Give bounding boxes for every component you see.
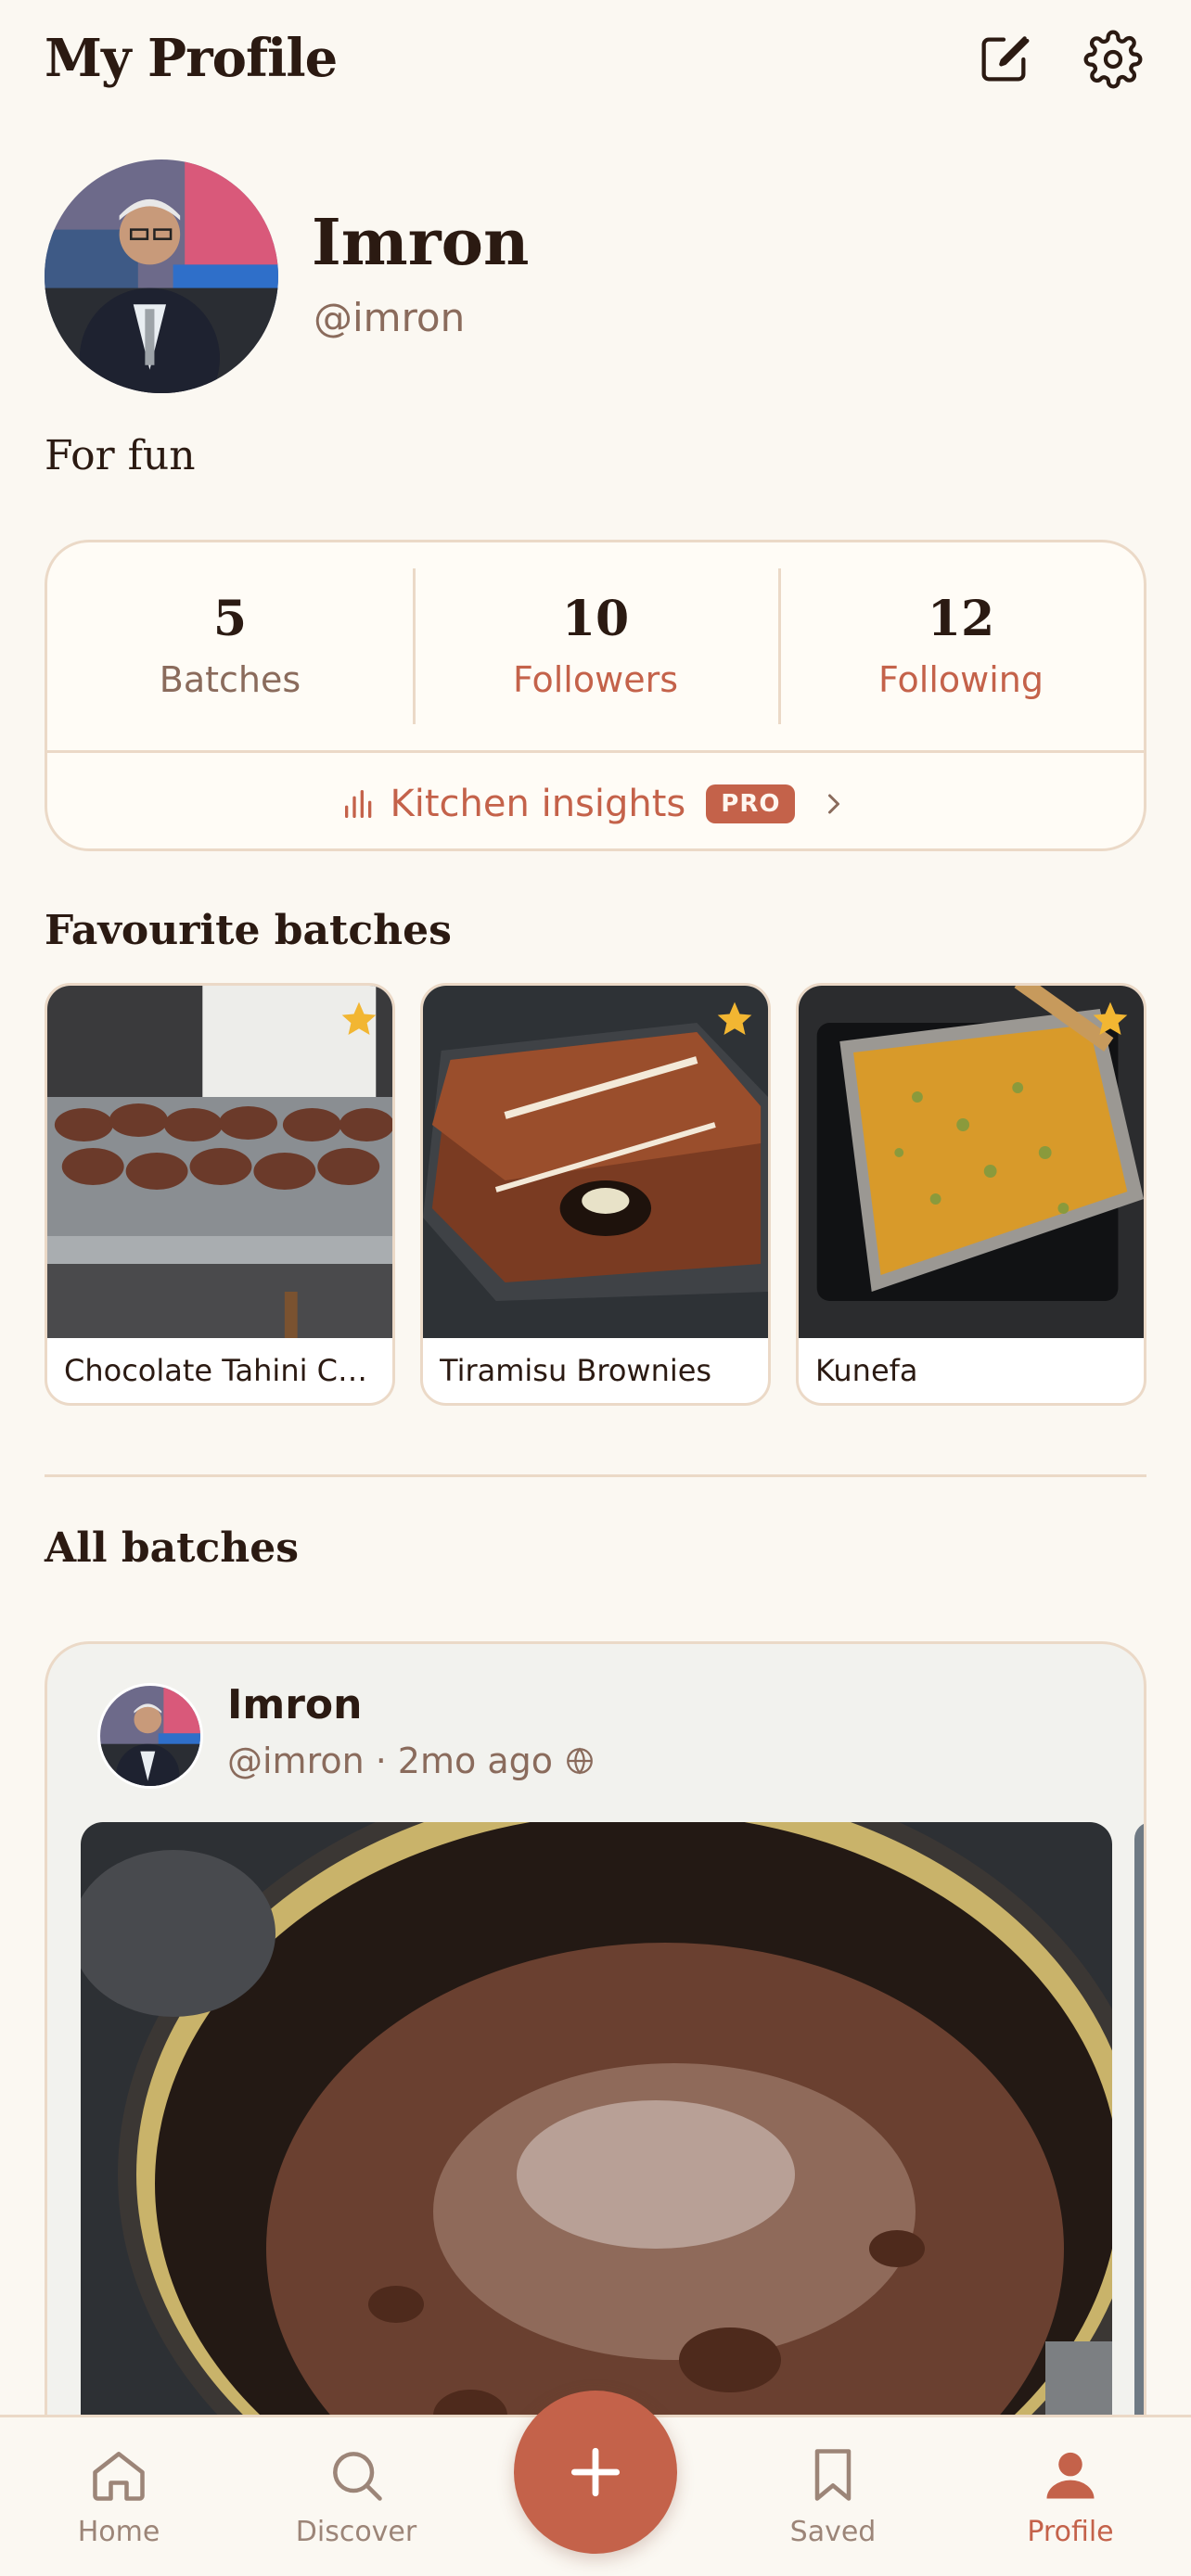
favourite-title: Kunefa	[815, 1353, 918, 1388]
person-icon	[1046, 2452, 1095, 2499]
nav-saved-label: Saved	[789, 2516, 877, 2548]
nav-profile-label: Profile	[1027, 2516, 1114, 2548]
pro-badge: PRO	[706, 784, 796, 823]
favourite-card[interactable]: Tiramisu Brownies	[420, 983, 771, 1406]
favourite-title: Chocolate Tahini Co...	[64, 1353, 379, 1388]
display-name: Imron	[312, 206, 530, 280]
favourite-star-icon	[717, 1001, 752, 1036]
plus-icon	[570, 2447, 621, 2497]
favourite-card[interactable]: Kunefa	[796, 983, 1146, 1406]
stats-row: 5 Batches 10 Followers 12 Following	[47, 542, 1144, 750]
profile-handle: @imron	[314, 295, 466, 340]
search-icon	[333, 2452, 382, 2501]
gear-icon	[1083, 30, 1143, 89]
post-avatar[interactable]	[97, 1683, 203, 1789]
nav-home[interactable]: Home	[26, 2443, 211, 2548]
favourite-card[interactable]: Chocolate Tahini Co...	[45, 983, 395, 1406]
avatar-image	[100, 1686, 200, 1786]
avatar-image	[45, 159, 278, 393]
stat-followers[interactable]: 10 Followers	[413, 542, 778, 750]
meta-separator: ·	[375, 1741, 387, 1781]
kitchen-insights-label: Kitchen insights	[390, 782, 686, 825]
home-icon	[93, 2452, 145, 2501]
following-count: 12	[927, 591, 995, 648]
nav-discover-label: Discover	[295, 2516, 417, 2548]
followers-count: 10	[561, 591, 630, 648]
bookmark-icon	[814, 2449, 852, 2501]
nav-discover[interactable]: Discover	[263, 2443, 449, 2548]
batches-label: Batches	[159, 658, 301, 700]
post-author-handle: @imron	[227, 1741, 365, 1781]
nav-profile[interactable]: Profile	[978, 2443, 1163, 2548]
followers-label: Followers	[513, 658, 678, 700]
nav-saved[interactable]: Saved	[740, 2443, 926, 2548]
favourite-star-icon	[1093, 1001, 1128, 1036]
chevron-right-icon	[828, 794, 840, 813]
favourite-title: Tiramisu Brownies	[440, 1353, 712, 1388]
profile-avatar[interactable]	[45, 159, 278, 393]
post-author-name[interactable]: Imron	[227, 1681, 362, 1728]
create-batch-button[interactable]	[514, 2391, 677, 2554]
app-header: My Profile	[0, 0, 1191, 121]
favourite-star-icon	[341, 1001, 377, 1036]
profile-bio: For fun	[45, 432, 196, 479]
page-title: My Profile	[45, 28, 338, 89]
kitchen-insights-link[interactable]: Kitchen insights PRO	[47, 750, 1144, 848]
nav-home-label: Home	[77, 2516, 160, 2548]
edit-icon	[981, 36, 1030, 82]
bar-chart-icon	[344, 789, 371, 818]
batches-count: 5	[212, 591, 248, 648]
post-time: 2mo ago	[397, 1741, 553, 1781]
stats-card: 5 Batches 10 Followers 12 Following Kitc…	[45, 540, 1146, 851]
stat-following[interactable]: 12 Following	[778, 542, 1144, 750]
all-batches-heading: All batches	[45, 1524, 300, 1572]
favourites-heading: Favourite batches	[45, 907, 452, 954]
post-meta: @imron · 2mo ago	[227, 1741, 596, 1781]
edit-profile-button[interactable]	[970, 26, 1037, 93]
section-divider	[45, 1474, 1146, 1477]
settings-button[interactable]	[1080, 26, 1146, 93]
stat-batches: 5 Batches	[47, 542, 413, 750]
globe-icon	[567, 1747, 593, 1775]
following-label: Following	[878, 658, 1044, 700]
